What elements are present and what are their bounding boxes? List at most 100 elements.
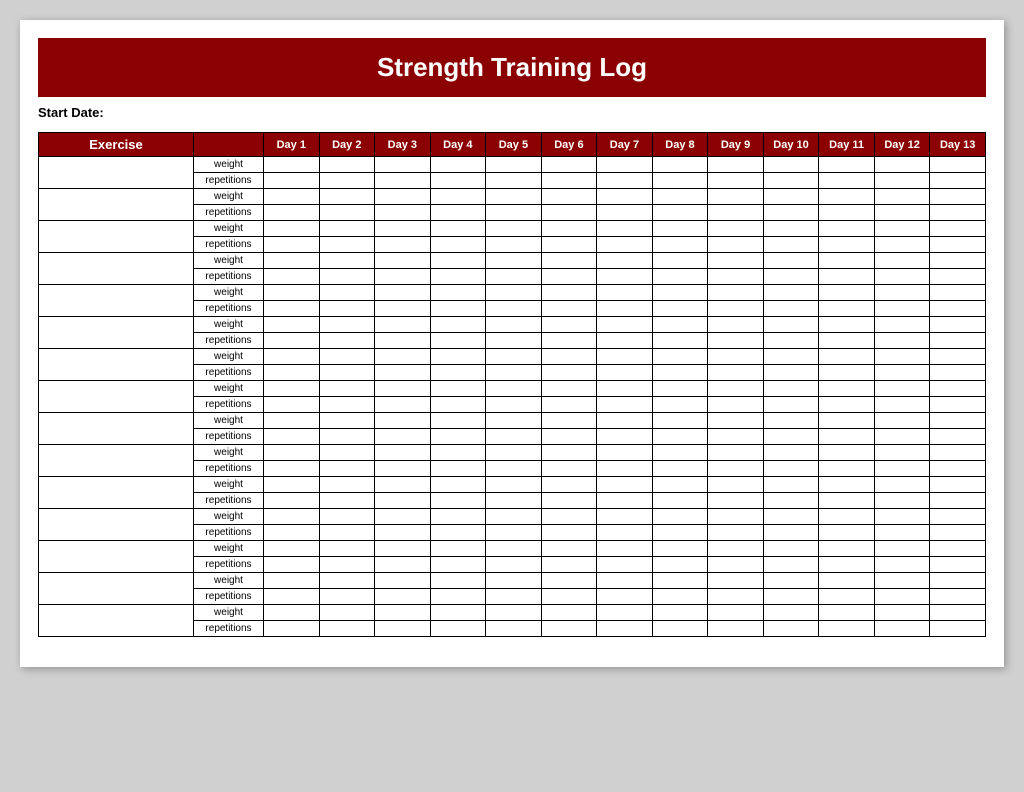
data-cell[interactable] [819, 253, 875, 269]
data-cell[interactable] [930, 541, 986, 557]
data-cell[interactable] [819, 477, 875, 493]
data-cell[interactable] [874, 189, 930, 205]
data-cell[interactable] [375, 509, 431, 525]
data-cell[interactable] [874, 173, 930, 189]
data-cell[interactable] [819, 397, 875, 413]
data-cell[interactable] [597, 573, 653, 589]
data-cell[interactable] [708, 381, 764, 397]
data-cell[interactable] [930, 381, 986, 397]
data-cell[interactable] [486, 621, 542, 637]
data-cell[interactable] [819, 509, 875, 525]
data-cell[interactable] [763, 237, 819, 253]
exercise-cell[interactable] [39, 157, 194, 189]
data-cell[interactable] [430, 605, 486, 621]
data-cell[interactable] [763, 573, 819, 589]
data-cell[interactable] [930, 237, 986, 253]
data-cell[interactable] [319, 429, 375, 445]
data-cell[interactable] [319, 157, 375, 173]
data-cell[interactable] [430, 413, 486, 429]
data-cell[interactable] [486, 509, 542, 525]
data-cell[interactable] [430, 493, 486, 509]
data-cell[interactable] [541, 317, 597, 333]
data-cell[interactable] [541, 589, 597, 605]
data-cell[interactable] [486, 365, 542, 381]
data-cell[interactable] [930, 461, 986, 477]
data-cell[interactable] [486, 445, 542, 461]
data-cell[interactable] [597, 605, 653, 621]
data-cell[interactable] [652, 445, 708, 461]
data-cell[interactable] [375, 589, 431, 605]
data-cell[interactable] [708, 429, 764, 445]
data-cell[interactable] [597, 525, 653, 541]
data-cell[interactable] [763, 157, 819, 173]
exercise-cell[interactable] [39, 285, 194, 317]
data-cell[interactable] [486, 541, 542, 557]
data-cell[interactable] [430, 301, 486, 317]
data-cell[interactable] [819, 381, 875, 397]
data-cell[interactable] [319, 397, 375, 413]
data-cell[interactable] [874, 573, 930, 589]
data-cell[interactable] [430, 221, 486, 237]
data-cell[interactable] [430, 509, 486, 525]
data-cell[interactable] [375, 333, 431, 349]
data-cell[interactable] [375, 173, 431, 189]
data-cell[interactable] [652, 429, 708, 445]
data-cell[interactable] [430, 237, 486, 253]
data-cell[interactable] [375, 445, 431, 461]
data-cell[interactable] [541, 509, 597, 525]
data-cell[interactable] [874, 413, 930, 429]
data-cell[interactable] [763, 301, 819, 317]
data-cell[interactable] [763, 253, 819, 269]
data-cell[interactable] [708, 301, 764, 317]
data-cell[interactable] [597, 189, 653, 205]
data-cell[interactable] [819, 557, 875, 573]
data-cell[interactable] [874, 285, 930, 301]
data-cell[interactable] [708, 461, 764, 477]
data-cell[interactable] [652, 317, 708, 333]
data-cell[interactable] [264, 189, 320, 205]
data-cell[interactable] [264, 397, 320, 413]
data-cell[interactable] [541, 333, 597, 349]
data-cell[interactable] [597, 381, 653, 397]
data-cell[interactable] [652, 221, 708, 237]
exercise-cell[interactable] [39, 477, 194, 509]
data-cell[interactable] [264, 365, 320, 381]
data-cell[interactable] [874, 349, 930, 365]
data-cell[interactable] [874, 381, 930, 397]
data-cell[interactable] [874, 605, 930, 621]
data-cell[interactable] [708, 317, 764, 333]
data-cell[interactable] [652, 397, 708, 413]
data-cell[interactable] [430, 333, 486, 349]
data-cell[interactable] [541, 493, 597, 509]
data-cell[interactable] [541, 541, 597, 557]
data-cell[interactable] [597, 221, 653, 237]
data-cell[interactable] [264, 237, 320, 253]
data-cell[interactable] [652, 205, 708, 221]
data-cell[interactable] [430, 253, 486, 269]
data-cell[interactable] [319, 445, 375, 461]
data-cell[interactable] [930, 365, 986, 381]
exercise-cell[interactable] [39, 445, 194, 477]
data-cell[interactable] [763, 221, 819, 237]
data-cell[interactable] [375, 477, 431, 493]
data-cell[interactable] [652, 621, 708, 637]
data-cell[interactable] [541, 189, 597, 205]
data-cell[interactable] [708, 621, 764, 637]
data-cell[interactable] [486, 189, 542, 205]
data-cell[interactable] [264, 429, 320, 445]
data-cell[interactable] [486, 317, 542, 333]
data-cell[interactable] [541, 445, 597, 461]
data-cell[interactable] [652, 541, 708, 557]
data-cell[interactable] [708, 221, 764, 237]
data-cell[interactable] [597, 589, 653, 605]
data-cell[interactable] [708, 525, 764, 541]
data-cell[interactable] [430, 429, 486, 445]
data-cell[interactable] [597, 173, 653, 189]
data-cell[interactable] [597, 157, 653, 173]
data-cell[interactable] [597, 493, 653, 509]
data-cell[interactable] [763, 205, 819, 221]
data-cell[interactable] [264, 253, 320, 269]
data-cell[interactable] [708, 605, 764, 621]
data-cell[interactable] [763, 541, 819, 557]
data-cell[interactable] [763, 477, 819, 493]
